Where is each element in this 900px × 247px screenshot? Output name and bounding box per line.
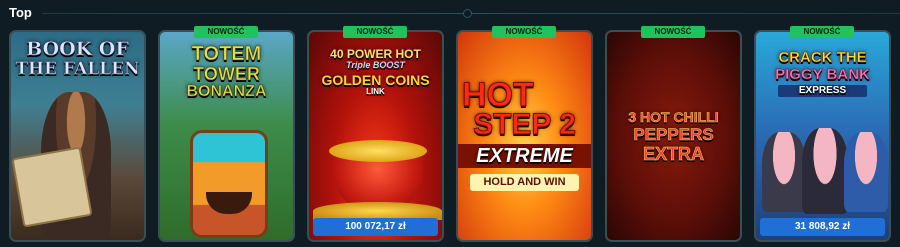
game-title: HOT STEP 2 EXTREME HOLD AND WIN xyxy=(458,78,591,191)
game-title-line: EXTRA xyxy=(642,144,705,164)
new-badge: NOWOŚĆ xyxy=(194,26,258,38)
game-title-line: BOOK OF xyxy=(26,38,129,60)
game-card-totem-tower-bonanza[interactable]: TOTEM TOWER BONANZA xyxy=(158,30,295,242)
jackpot-amount: 31 808,92 zł xyxy=(760,218,885,236)
game-title-line: TOWER xyxy=(193,64,260,84)
game-card-40-power-hot[interactable]: 40 POWER HOT Triple BOOST GOLDEN COINS L… xyxy=(307,30,444,242)
game-title: 40 POWER HOT Triple BOOST GOLDEN COINS L… xyxy=(309,48,442,96)
game-title: BOOK OF THE FALLEN xyxy=(11,38,144,79)
game-title-line: Triple BOOST xyxy=(346,60,405,70)
piggy-character-icon xyxy=(762,132,806,212)
game-card-3-hot-chilli-peppers-extra[interactable]: 3 HOT CHILLI PEPPERS EXTRA xyxy=(605,30,742,242)
game-card-crack-the-piggy-bank-express[interactable]: CRACK THE PIGGY BANK EXPRESS 31 808,92 z… xyxy=(754,30,891,242)
piggy-character-icon xyxy=(802,128,848,214)
game-title-line: PIGGY BANK xyxy=(775,66,870,83)
game-title-line: BONANZA xyxy=(186,83,267,100)
new-badge: NOWOŚĆ xyxy=(790,26,854,38)
game-title-line: GOLDEN COINS xyxy=(321,72,430,88)
game-title-line: 40 POWER HOT xyxy=(330,47,421,61)
game-card-hot-step-2-extreme[interactable]: HOT STEP 2 EXTREME HOLD AND WIN xyxy=(456,30,593,242)
game-title: CRACK THE PIGGY BANK EXPRESS xyxy=(756,50,889,97)
game-title-line: THE FALLEN xyxy=(15,59,140,79)
game-title-line: LINK xyxy=(366,87,385,96)
game-title-line: 3 HOT CHILLI xyxy=(628,109,719,125)
game-title-line: PEPPERS xyxy=(633,125,714,144)
game-card-book-of-the-fallen[interactable]: BOOK OF THE FALLEN xyxy=(9,30,146,242)
game-list: BOOK OF THE FALLEN TOTEM TOWER BONANZA 4… xyxy=(9,26,891,244)
new-badge: NOWOŚĆ xyxy=(343,26,407,38)
game-title-line: STEP 2 xyxy=(473,108,577,141)
piggy-character-icon xyxy=(844,132,888,212)
map-scroll-icon xyxy=(11,146,93,228)
section-title: Top xyxy=(9,5,32,20)
game-title-line: HOLD AND WIN xyxy=(470,174,579,191)
game-title-line: HOT xyxy=(462,76,535,114)
totem-mask-icon xyxy=(190,130,268,238)
game-title-line: EXTREME xyxy=(458,144,591,168)
game-title: 3 HOT CHILLI PEPPERS EXTRA xyxy=(607,109,740,164)
new-badge: NOWOŚĆ xyxy=(641,26,705,38)
section-header: Top xyxy=(0,0,900,28)
jackpot-amount: 100 072,17 zł xyxy=(313,218,438,236)
game-title-line: CRACK THE xyxy=(778,49,867,66)
game-title-line: TOTEM xyxy=(191,43,262,65)
gold-coins-icon xyxy=(329,140,427,162)
game-title: TOTEM TOWER BONANZA xyxy=(160,44,293,100)
divider-ornament-icon xyxy=(463,9,472,18)
game-title-line: EXPRESS xyxy=(778,85,867,97)
new-badge: NOWOŚĆ xyxy=(492,26,556,38)
